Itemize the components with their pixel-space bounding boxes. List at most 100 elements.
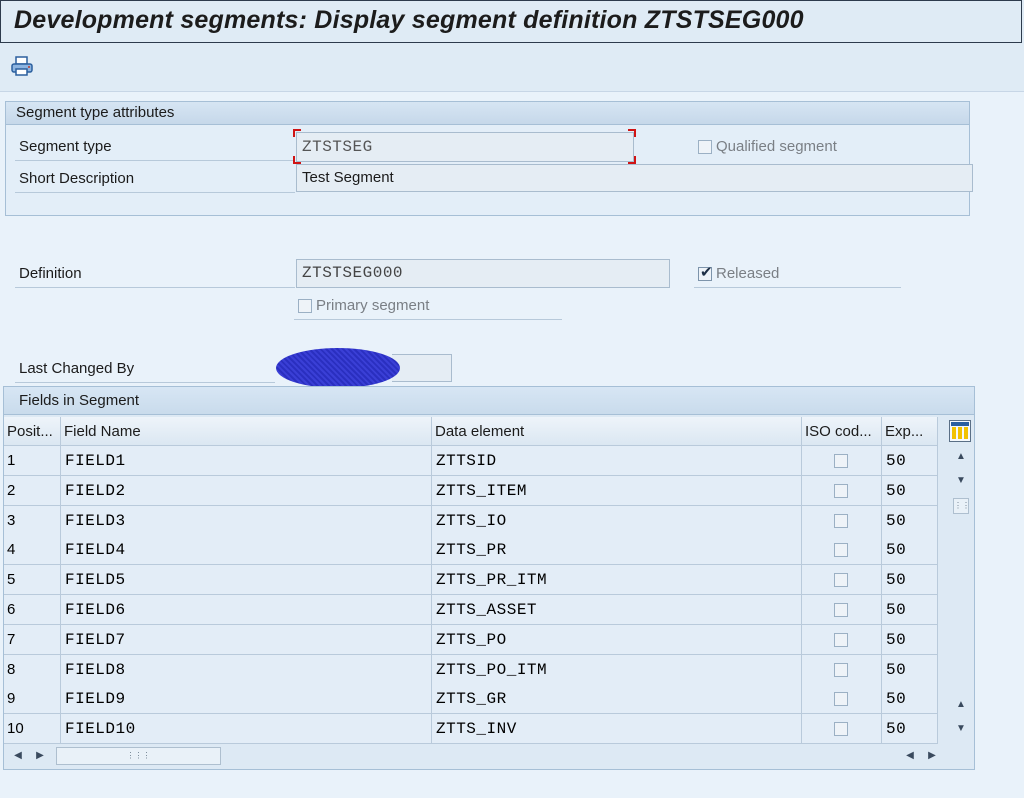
cell-field-name[interactable]: FIELD9 xyxy=(61,684,432,715)
cell-position[interactable]: 7 xyxy=(4,624,61,655)
cell-export-length[interactable]: 50 xyxy=(882,684,938,715)
column-header-field-name[interactable]: Field Name xyxy=(61,417,432,446)
cell-export-length[interactable]: 50 xyxy=(882,535,938,566)
cell-iso-code[interactable] xyxy=(802,624,882,655)
cell-iso-code[interactable] xyxy=(802,505,882,536)
cell-position[interactable]: 9 xyxy=(4,684,61,715)
table-row[interactable]: 5 FIELD5 ZTTS_PR_ITM 50 xyxy=(4,565,938,596)
cell-field-name[interactable]: FIELD3 xyxy=(61,505,432,536)
cell-field-name[interactable]: FIELD7 xyxy=(61,624,432,655)
cell-iso-code[interactable] xyxy=(802,654,882,685)
table-row[interactable]: 10 FIELD10 ZTTS_INV 50 xyxy=(4,714,938,745)
iso-code-checkbox[interactable] xyxy=(834,573,848,588)
cell-export-length[interactable]: 50 xyxy=(882,505,938,536)
cell-position[interactable]: 8 xyxy=(4,654,61,685)
table-row[interactable]: 4 FIELD4 ZTTS_PR 50 xyxy=(4,535,938,566)
scroll-page-up-icon[interactable]: ▲ xyxy=(953,698,969,712)
column-header-iso-code[interactable]: ISO cod... xyxy=(802,417,882,446)
cell-field-name[interactable]: FIELD10 xyxy=(61,714,432,745)
scroll-far-left-icon[interactable]: ◀ xyxy=(902,749,918,763)
cell-field-name[interactable]: FIELD2 xyxy=(61,475,432,506)
cell-position[interactable]: 10 xyxy=(4,714,61,745)
table-row[interactable]: 7 FIELD7 ZTTS_PO 50 xyxy=(4,624,938,655)
cell-iso-code[interactable] xyxy=(802,475,882,506)
scroll-down-icon[interactable]: ▼ xyxy=(953,474,969,488)
cell-iso-code[interactable] xyxy=(802,535,882,566)
table-row[interactable]: 1 FIELD1 ZTTSID 50 xyxy=(4,446,938,476)
definition-field[interactable]: ZTSTSEG000 xyxy=(296,259,670,288)
cell-data-element[interactable]: ZTTS_PO xyxy=(432,624,802,655)
iso-code-checkbox[interactable] xyxy=(834,662,848,677)
table-row[interactable]: 8 FIELD8 ZTTS_PO_ITM 50 xyxy=(4,654,938,685)
horizontal-scrollbar[interactable]: ◀ ▶ ⋮⋮⋮ ◀ ▶ xyxy=(4,745,954,767)
cell-field-name[interactable]: FIELD8 xyxy=(61,654,432,685)
scroll-left-icon[interactable]: ◀ xyxy=(10,749,26,763)
scroll-right-icon[interactable]: ▶ xyxy=(32,749,48,763)
cell-field-name[interactable]: FIELD6 xyxy=(61,595,432,625)
cell-data-element-text: ZTTSID xyxy=(436,452,497,470)
iso-code-checkbox[interactable] xyxy=(834,483,848,498)
iso-code-checkbox[interactable] xyxy=(834,632,848,647)
scroll-far-right-icon[interactable]: ▶ xyxy=(924,749,940,763)
cell-data-element[interactable]: ZTTS_PR xyxy=(432,535,802,566)
scroll-thumb[interactable]: ⋮⋮ xyxy=(953,498,970,514)
scroll-page-down-icon[interactable]: ▼ xyxy=(953,722,969,736)
cell-data-element[interactable]: ZTTSID xyxy=(432,446,802,476)
table-row[interactable]: 6 FIELD6 ZTTS_ASSET 50 xyxy=(4,595,938,625)
printer-icon[interactable] xyxy=(9,53,35,79)
cell-data-element[interactable]: ZTTS_PR_ITM xyxy=(432,565,802,596)
table-row[interactable]: 2 FIELD2 ZTTS_ITEM 50 xyxy=(4,475,938,506)
column-header-data-element[interactable]: Data element xyxy=(432,417,802,446)
iso-code-checkbox[interactable] xyxy=(834,543,848,558)
vertical-scrollbar[interactable]: ▲ ▼ ⋮⋮ ▲ ▼ xyxy=(950,446,972,746)
cell-iso-code[interactable] xyxy=(802,565,882,596)
cell-position[interactable]: 3 xyxy=(4,505,61,536)
cell-data-element[interactable]: ZTTS_GR xyxy=(432,684,802,715)
cell-export-length[interactable]: 50 xyxy=(882,595,938,625)
cell-data-element[interactable]: ZTTS_ITEM xyxy=(432,475,802,506)
column-header-position[interactable]: Posit... xyxy=(4,417,61,446)
table-settings-icon[interactable] xyxy=(949,420,971,442)
cell-export-length[interactable]: 50 xyxy=(882,565,938,596)
iso-code-checkbox[interactable] xyxy=(834,513,848,528)
released-checkbox[interactable]: ✔ xyxy=(698,265,713,281)
segment-type-field[interactable]: ZTSTSEG xyxy=(296,132,634,162)
iso-code-checkbox[interactable] xyxy=(834,454,848,468)
cell-iso-code[interactable] xyxy=(802,595,882,625)
column-header-export-length[interactable]: Exp... xyxy=(882,417,938,446)
cell-export-length[interactable]: 50 xyxy=(882,446,938,476)
table-row[interactable]: 3 FIELD3 ZTTS_IO 50 xyxy=(4,505,938,536)
qualified-segment-checkbox[interactable] xyxy=(698,140,712,154)
table-row[interactable]: 9 FIELD9 ZTTS_GR 50 xyxy=(4,684,938,715)
last-changed-by-field[interactable] xyxy=(392,354,452,382)
iso-code-checkbox[interactable] xyxy=(834,692,848,707)
horizontal-scroll-thumb[interactable]: ⋮⋮⋮ xyxy=(56,747,221,765)
scroll-up-icon[interactable]: ▲ xyxy=(953,450,969,464)
cell-export-length[interactable]: 50 xyxy=(882,654,938,685)
focus-corner-tr xyxy=(628,129,636,137)
cell-data-element[interactable]: ZTTS_ASSET xyxy=(432,595,802,625)
cell-iso-code[interactable] xyxy=(802,684,882,715)
cell-iso-code[interactable] xyxy=(802,714,882,745)
cell-position[interactable]: 5 xyxy=(4,565,61,596)
cell-position[interactable]: 6 xyxy=(4,595,61,625)
short-description-field[interactable]: Test Segment xyxy=(296,164,973,192)
iso-code-checkbox[interactable] xyxy=(834,722,848,737)
short-description-value: Test Segment xyxy=(302,169,394,186)
cell-data-element[interactable]: ZTTS_PO_ITM xyxy=(432,654,802,685)
cell-data-element[interactable]: ZTTS_INV xyxy=(432,714,802,745)
cell-position-text: 5 xyxy=(7,571,16,589)
cell-position[interactable]: 1 xyxy=(4,446,61,476)
cell-field-name[interactable]: FIELD1 xyxy=(61,446,432,476)
cell-position[interactable]: 4 xyxy=(4,535,61,566)
primary-segment-checkbox[interactable] xyxy=(298,299,312,313)
cell-export-length[interactable]: 50 xyxy=(882,624,938,655)
cell-export-length[interactable]: 50 xyxy=(882,714,938,745)
cell-data-element[interactable]: ZTTS_IO xyxy=(432,505,802,536)
iso-code-checkbox[interactable] xyxy=(834,603,848,617)
cell-export-length[interactable]: 50 xyxy=(882,475,938,506)
cell-position[interactable]: 2 xyxy=(4,475,61,506)
cell-field-name[interactable]: FIELD5 xyxy=(61,565,432,596)
cell-iso-code[interactable] xyxy=(802,446,882,476)
cell-field-name[interactable]: FIELD4 xyxy=(61,535,432,566)
